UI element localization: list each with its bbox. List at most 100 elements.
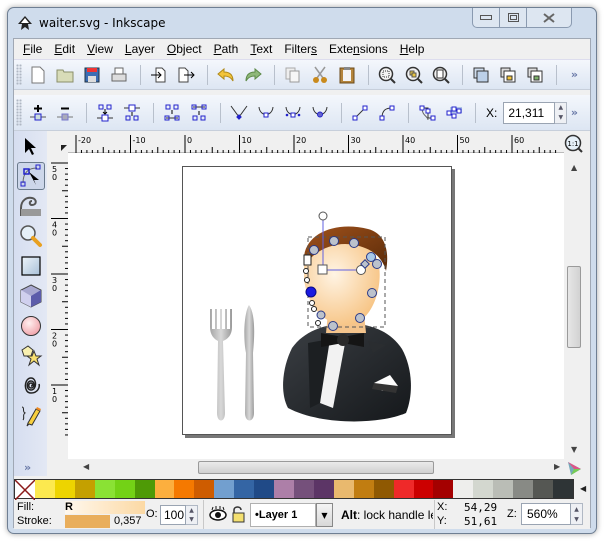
- menu-view[interactable]: View: [81, 42, 119, 56]
- spin-up-icon[interactable]: ▲: [555, 103, 566, 113]
- scroll-right-icon[interactable]: ▶: [554, 462, 560, 471]
- zoom-tool[interactable]: [17, 222, 45, 250]
- palette-menu-icon[interactable]: ◀: [580, 484, 586, 493]
- rectangle-tool[interactable]: [17, 252, 45, 280]
- color-swatch[interactable]: [54, 480, 75, 498]
- zoom-input[interactable]: 560%: [521, 503, 571, 525]
- color-swatch[interactable]: [513, 480, 534, 498]
- color-management-toggle[interactable]: [566, 460, 582, 476]
- toolbox-overflow-button[interactable]: »: [24, 461, 31, 474]
- menu-file[interactable]: File: [17, 42, 48, 56]
- zoom-spinner[interactable]: ▲ ▼: [571, 503, 583, 525]
- toolbar-grip[interactable]: [16, 64, 22, 85]
- color-swatch[interactable]: [154, 480, 175, 498]
- spin-up-icon[interactable]: ▲: [571, 504, 582, 514]
- node-tool[interactable]: [17, 162, 45, 190]
- layer-lock-toggle[interactable]: [231, 505, 245, 526]
- commands-overflow-button[interactable]: »: [571, 68, 578, 81]
- delete-segment-button[interactable]: [187, 101, 211, 125]
- segment-curve-button[interactable]: [375, 101, 399, 125]
- horizontal-scroll-thumb[interactable]: [198, 461, 434, 474]
- color-swatch[interactable]: [254, 480, 275, 498]
- undo-button[interactable]: [214, 63, 238, 87]
- color-swatch[interactable]: [433, 480, 454, 498]
- color-swatch[interactable]: [533, 480, 553, 498]
- node-symmetric-button[interactable]: [281, 101, 305, 125]
- stroke-width[interactable]: 0,357: [114, 515, 142, 527]
- spiral-tool[interactable]: [17, 372, 45, 400]
- vertical-scrollbar[interactable]: ▲ ▼: [564, 153, 584, 459]
- layer-dropdown-button[interactable]: ▼: [316, 503, 333, 527]
- join-segment-button[interactable]: [160, 101, 184, 125]
- color-swatch[interactable]: [313, 480, 334, 498]
- menu-text[interactable]: Text: [244, 42, 278, 56]
- menu-object[interactable]: Object: [161, 42, 208, 56]
- color-swatch[interactable]: [293, 480, 314, 498]
- object-to-path-button[interactable]: [415, 101, 439, 125]
- close-button[interactable]: [527, 8, 571, 27]
- horizontal-ruler[interactable]: -20 -10 0 10 20 30 40 50 60: [68, 131, 564, 153]
- layer-visibility-toggle[interactable]: [209, 506, 227, 525]
- stroke-to-path-button[interactable]: [442, 101, 466, 125]
- x-coordinate-spinner[interactable]: ▲ ▼: [555, 101, 568, 124]
- color-swatch[interactable]: [274, 480, 294, 498]
- scroll-down-icon[interactable]: ▼: [571, 445, 577, 454]
- menu-help[interactable]: Help: [394, 42, 431, 56]
- star-tool[interactable]: [17, 342, 45, 370]
- new-document-button[interactable]: [26, 63, 50, 87]
- break-path-button[interactable]: [120, 101, 144, 125]
- color-swatch[interactable]: [194, 480, 215, 498]
- color-swatch[interactable]: [552, 480, 573, 498]
- drawing-canvas[interactable]: [68, 153, 564, 459]
- menu-filters[interactable]: Filters: [278, 42, 323, 56]
- spin-down-icon[interactable]: ▼: [571, 514, 582, 524]
- color-swatch[interactable]: [214, 480, 235, 498]
- color-swatch[interactable]: [74, 480, 95, 498]
- vertical-ruler[interactable]: 5040302010: [47, 153, 68, 476]
- selector-tool[interactable]: [17, 133, 45, 161]
- node-cusp-button[interactable]: [227, 101, 251, 125]
- zoom-selection-button[interactable]: [375, 63, 399, 87]
- clone-button[interactable]: [496, 63, 520, 87]
- spin-up-icon[interactable]: ▲: [186, 506, 197, 515]
- unlink-clone-button[interactable]: [523, 63, 547, 87]
- color-swatch[interactable]: [393, 480, 414, 498]
- spin-down-icon[interactable]: ▼: [186, 515, 197, 524]
- pencil-tool[interactable]: [17, 402, 45, 430]
- insert-node-button[interactable]: [26, 101, 50, 125]
- opacity-spinner[interactable]: ▲ ▼: [186, 505, 198, 525]
- segment-line-button[interactable]: [348, 101, 372, 125]
- x-coordinate-input[interactable]: 21,311: [503, 101, 556, 124]
- color-swatch[interactable]: [234, 480, 255, 498]
- color-swatch[interactable]: [35, 480, 55, 498]
- color-swatch[interactable]: [174, 480, 195, 498]
- maximize-button[interactable]: [500, 8, 527, 27]
- join-nodes-button[interactable]: [93, 101, 117, 125]
- toolbar-grip[interactable]: [16, 99, 22, 126]
- vertical-scroll-thumb[interactable]: [567, 266, 581, 348]
- redo-button[interactable]: [241, 63, 265, 87]
- color-swatch[interactable]: [473, 480, 494, 498]
- import-button[interactable]: [147, 63, 171, 87]
- scroll-up-icon[interactable]: ▲: [571, 163, 577, 172]
- scroll-left-icon[interactable]: ◀: [83, 462, 89, 471]
- delete-node-button[interactable]: [53, 101, 77, 125]
- color-swatch[interactable]: [453, 480, 474, 498]
- zoom-1-to-1-button[interactable]: 1:1: [564, 134, 584, 154]
- menu-edit[interactable]: Edit: [48, 42, 81, 56]
- horizontal-scrollbar[interactable]: ◀ ▶: [68, 459, 564, 476]
- zoom-page-button[interactable]: [429, 63, 453, 87]
- color-swatch[interactable]: [353, 480, 374, 498]
- stroke-indicator[interactable]: [65, 515, 110, 528]
- color-swatch[interactable]: [413, 480, 434, 498]
- print-button[interactable]: [107, 63, 131, 87]
- fill-indicator[interactable]: [65, 501, 145, 514]
- color-swatch[interactable]: [134, 480, 155, 498]
- open-button[interactable]: [53, 63, 77, 87]
- ellipse-tool[interactable]: [17, 312, 45, 340]
- save-button[interactable]: [80, 63, 104, 87]
- tweak-tool[interactable]: [17, 192, 45, 220]
- 3d-box-tool[interactable]: [17, 282, 45, 310]
- color-swatch[interactable]: [94, 480, 115, 498]
- color-swatch[interactable]: [373, 480, 394, 498]
